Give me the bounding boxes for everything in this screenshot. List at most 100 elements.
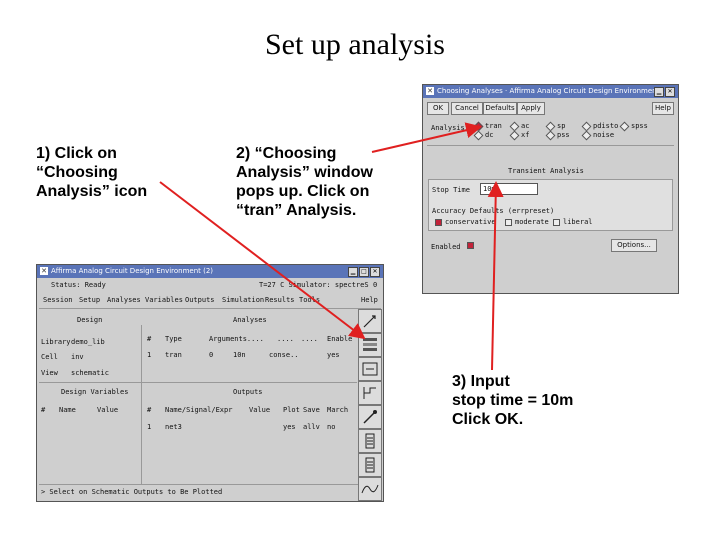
analysis-option-pss[interactable]: pss bbox=[545, 130, 570, 140]
analyses-cell: conse.. bbox=[269, 351, 299, 359]
divider bbox=[39, 484, 381, 485]
menu-analyses[interactable]: Analyses bbox=[107, 296, 141, 304]
analyses-col-type: Type bbox=[165, 335, 182, 343]
analyses-cell: 10n bbox=[233, 351, 246, 359]
radio-icon bbox=[509, 130, 520, 140]
menu-setup[interactable]: Setup bbox=[79, 296, 100, 304]
page-number: 0 bbox=[373, 281, 378, 289]
main-window-titlebar[interactable]: ✕ Affirma Analog Circuit Design Environm… bbox=[37, 265, 383, 278]
analyses-col-enable: Enable bbox=[327, 335, 353, 343]
menu-simulation[interactable]: Simulation bbox=[222, 296, 264, 304]
instruction-step-1: 1) Click on “Choosing Analysis” icon bbox=[36, 145, 148, 200]
accuracy-label: Accuracy Defaults (errpreset) bbox=[432, 207, 555, 215]
minimize-icon[interactable]: ▁ bbox=[348, 267, 358, 277]
checkbox-icon bbox=[505, 218, 512, 226]
radio-icon bbox=[581, 130, 592, 140]
analysis-option-tran[interactable]: tran bbox=[473, 121, 502, 131]
output-cell: allv bbox=[303, 423, 320, 431]
prompt-line: > Select on Schematic Outputs to Be Plot… bbox=[41, 488, 223, 496]
analyses-cell: 1 bbox=[147, 351, 152, 359]
select-tool-icon[interactable] bbox=[358, 309, 382, 333]
dv-col-value: Value bbox=[97, 406, 119, 414]
main-ade-window: ✕ Affirma Analog Circuit Design Environm… bbox=[36, 264, 384, 502]
options-button[interactable]: Options... bbox=[611, 239, 657, 252]
netlist-run-icon[interactable] bbox=[358, 357, 382, 381]
instruction-step-2: 2) “Choosing Analysis” window pops up. C… bbox=[236, 145, 373, 219]
accuracy-option-conservative[interactable]: conservative bbox=[435, 218, 496, 226]
accuracy-option-moderate[interactable]: moderate bbox=[505, 218, 549, 226]
checkbox-icon bbox=[553, 218, 560, 226]
menu-results[interactable]: Results bbox=[265, 296, 295, 304]
view-value: schematic bbox=[71, 369, 109, 377]
analysis-option-spss[interactable]: spss bbox=[619, 121, 648, 131]
probe-icon[interactable] bbox=[358, 405, 382, 429]
out-col-save: Save bbox=[303, 406, 320, 414]
menu-variables[interactable]: Variables bbox=[145, 296, 183, 304]
analyses-header: Analyses bbox=[233, 316, 267, 324]
radio-icon bbox=[509, 121, 520, 131]
run-simulation-icon[interactable] bbox=[358, 381, 382, 405]
analysis-option-noise[interactable]: noise bbox=[581, 130, 614, 140]
choosing-analysis-icon[interactable] bbox=[358, 333, 382, 357]
close-icon[interactable]: ✕ bbox=[370, 267, 380, 277]
out-col-num: # bbox=[147, 406, 152, 414]
radio-icon bbox=[473, 130, 484, 140]
simulator-info: T=27 C Simulator: spectreS bbox=[259, 281, 369, 289]
cancel-button[interactable]: Cancel bbox=[451, 102, 483, 115]
menu-help[interactable]: Help bbox=[361, 296, 378, 304]
window-menu-icon[interactable]: ✕ bbox=[426, 87, 434, 95]
plot-outputs-icon[interactable] bbox=[358, 477, 382, 501]
apply-button[interactable]: Apply bbox=[517, 102, 545, 115]
divider bbox=[141, 325, 142, 485]
out-col-value: Value bbox=[249, 406, 271, 414]
slide-title: Set up analysis bbox=[265, 28, 445, 61]
close-icon[interactable]: ✕ bbox=[665, 87, 675, 97]
dv-col-name: Name bbox=[59, 406, 76, 414]
menu-outputs[interactable]: Outputs bbox=[185, 296, 215, 304]
analyses-col-args2: .... bbox=[277, 335, 294, 343]
out-col-march: March bbox=[327, 406, 349, 414]
analysis-option-pdisto[interactable]: pdisto bbox=[581, 121, 618, 131]
enabled-label: Enabled bbox=[431, 243, 461, 251]
radio-icon bbox=[619, 121, 630, 131]
outputs-header: Outputs bbox=[233, 388, 263, 396]
minimize-icon[interactable]: ▁ bbox=[654, 87, 664, 97]
radio-icon bbox=[581, 121, 592, 131]
analyses-cell: 0 bbox=[209, 351, 214, 359]
analyses-cell: yes bbox=[327, 351, 340, 359]
library-label: Library bbox=[41, 338, 71, 346]
window-menu-icon[interactable]: ✕ bbox=[40, 267, 48, 275]
out-col-plot: Plot bbox=[283, 406, 300, 414]
analysis-option-xf[interactable]: xf bbox=[509, 130, 529, 140]
output-cell: 1 bbox=[147, 423, 152, 431]
analyses-cell: tran bbox=[165, 351, 182, 359]
radio-icon bbox=[545, 130, 556, 140]
analysis-option-sp[interactable]: sp bbox=[545, 121, 565, 131]
status-text: Status: Ready bbox=[51, 281, 106, 289]
defaults-button[interactable]: Defaults bbox=[483, 102, 517, 115]
analysis-option-ac[interactable]: ac bbox=[509, 121, 529, 131]
choosing-window-titlebar[interactable]: ✕ Choosing Analyses · Affirma Analog Cir… bbox=[423, 85, 678, 98]
accuracy-option-liberal[interactable]: liberal bbox=[553, 218, 593, 226]
cell-value: inv bbox=[71, 353, 84, 361]
design-header: Design bbox=[77, 316, 103, 324]
ok-button[interactable]: OK bbox=[427, 102, 449, 115]
stop-time-input[interactable]: 10m bbox=[480, 183, 538, 195]
analyses-col-args3: .... bbox=[301, 335, 318, 343]
radio-icon bbox=[545, 121, 556, 131]
divider bbox=[39, 308, 381, 309]
stop-simulation-icon[interactable] bbox=[358, 429, 382, 453]
cell-label: Cell bbox=[41, 353, 58, 361]
maximize-icon[interactable]: □ bbox=[359, 267, 369, 277]
stop-time-label: Stop Time bbox=[432, 186, 470, 194]
menu-session[interactable]: Session bbox=[43, 296, 73, 304]
menu-tools[interactable]: Tools bbox=[299, 296, 320, 304]
instruction-step-3: 3) Input stop time = 10m Click OK. bbox=[452, 373, 574, 428]
view-label: View bbox=[41, 369, 58, 377]
results-icon[interactable] bbox=[358, 453, 382, 477]
section-title: Transient Analysis bbox=[508, 167, 584, 175]
analysis-option-dc[interactable]: dc bbox=[473, 130, 493, 140]
enabled-checkbox[interactable] bbox=[467, 242, 474, 249]
help-button[interactable]: Help bbox=[652, 102, 674, 115]
design-variables-header: Design Variables bbox=[61, 388, 129, 396]
